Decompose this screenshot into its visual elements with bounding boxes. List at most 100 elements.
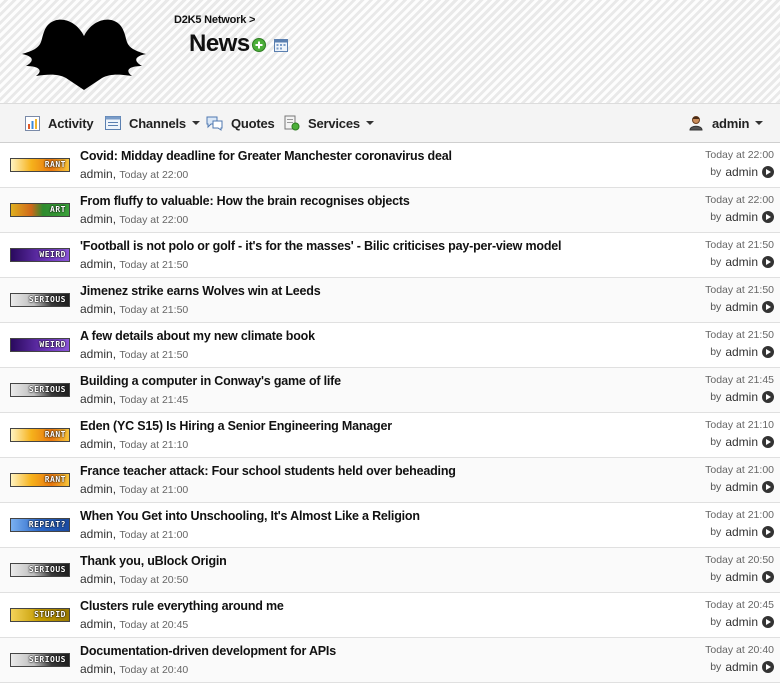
nav-activity[interactable]: Activity <box>25 104 94 142</box>
chevron-down-icon <box>755 121 764 125</box>
list-item[interactable]: RANT France teacher attack: Four school s… <box>0 458 780 503</box>
item-right-by: by admin <box>710 660 774 674</box>
list-item[interactable]: WEIRD A few details about my new climate … <box>0 323 780 368</box>
item-right-author[interactable]: admin <box>725 210 758 224</box>
arrow-right-circle-icon[interactable] <box>762 391 774 403</box>
item-author[interactable]: admin <box>80 257 113 271</box>
nav-channels[interactable]: Channels <box>105 104 200 142</box>
item-right-author[interactable]: admin <box>725 480 758 494</box>
user-menu[interactable]: admin <box>688 104 764 142</box>
by-label: by <box>710 346 722 358</box>
arrow-right-circle-icon[interactable] <box>762 301 774 313</box>
item-right-author[interactable]: admin <box>725 300 758 314</box>
category-badge[interactable]: REPEAT? <box>10 518 70 532</box>
services-icon <box>284 115 300 131</box>
list-item[interactable]: STUPID Clusters rule everything around me… <box>0 593 780 638</box>
item-title-link[interactable]: France teacher attack: Four school stude… <box>80 464 456 478</box>
category-badge-label: ART <box>50 205 66 214</box>
item-right-by: by admin <box>710 165 774 179</box>
item-author[interactable]: admin <box>80 392 113 406</box>
arrow-right-circle-icon[interactable] <box>762 436 774 448</box>
item-meta: admin, Today at 22:00 <box>80 167 189 181</box>
item-title-link[interactable]: Jimenez strike earns Wolves win at Leeds <box>80 284 321 298</box>
item-right-author[interactable]: admin <box>725 525 758 539</box>
category-badge[interactable]: WEIRD <box>10 338 70 352</box>
list-item[interactable]: ART From fluffy to valuable: How the brai… <box>0 188 780 233</box>
list-item[interactable]: RANT Covid: Midday deadline for Greater M… <box>0 143 780 188</box>
add-icon[interactable] <box>252 38 266 52</box>
item-author[interactable]: admin <box>80 662 113 676</box>
list-item[interactable]: RANT Eden (YC S15) Is Hiring a Senior Eng… <box>0 413 780 458</box>
item-meta: admin, Today at 21:00 <box>80 527 189 541</box>
item-right-author[interactable]: admin <box>725 345 758 359</box>
item-right-author[interactable]: admin <box>725 615 758 629</box>
arrow-right-circle-icon[interactable] <box>762 616 774 628</box>
item-author[interactable]: admin <box>80 302 113 316</box>
list-item[interactable]: SERIOUS Building a computer in Conway's g… <box>0 368 780 413</box>
item-title-link[interactable]: Covid: Midday deadline for Greater Manch… <box>80 149 452 163</box>
item-title-link[interactable]: Clusters rule everything around me <box>80 599 284 613</box>
item-author[interactable]: admin <box>80 212 113 226</box>
nav-quotes[interactable]: Quotes <box>206 104 275 142</box>
category-badge[interactable]: ART <box>10 203 70 217</box>
nav-activity-label: Activity <box>48 115 94 131</box>
item-right-author[interactable]: admin <box>725 435 758 449</box>
item-right-author[interactable]: admin <box>725 570 758 584</box>
nav-channels-label: Channels <box>129 115 186 131</box>
arrow-right-circle-icon[interactable] <box>762 481 774 493</box>
item-author[interactable]: admin <box>80 437 113 451</box>
arrow-right-circle-icon[interactable] <box>762 256 774 268</box>
breadcrumb[interactable]: D2K5 Network > <box>174 14 255 26</box>
by-label: by <box>710 436 722 448</box>
item-author[interactable]: admin <box>80 572 113 586</box>
category-badge[interactable]: RANT <box>10 428 70 442</box>
arrow-right-circle-icon[interactable] <box>762 346 774 358</box>
item-right-by: by admin <box>710 435 774 449</box>
item-right-by: by admin <box>710 255 774 269</box>
category-badge[interactable]: SERIOUS <box>10 563 70 577</box>
category-badge-label: RANT <box>44 430 66 439</box>
item-meta: admin, Today at 21:10 <box>80 437 189 451</box>
list-item[interactable]: SERIOUS Thank you, uBlock Origin admin, To… <box>0 548 780 593</box>
category-badge[interactable]: RANT <box>10 158 70 172</box>
item-author[interactable]: admin <box>80 617 113 631</box>
item-author[interactable]: admin <box>80 347 113 361</box>
by-label: by <box>710 571 722 583</box>
arrow-right-circle-icon[interactable] <box>762 526 774 538</box>
item-right-author[interactable]: admin <box>725 255 758 269</box>
item-right-author[interactable]: admin <box>725 165 758 179</box>
category-badge[interactable]: SERIOUS <box>10 383 70 397</box>
winged-heart-logo[interactable] <box>14 14 154 90</box>
arrow-right-circle-icon[interactable] <box>762 211 774 223</box>
item-right-by: by admin <box>710 570 774 584</box>
category-badge[interactable]: RANT <box>10 473 70 487</box>
category-badge[interactable]: WEIRD <box>10 248 70 262</box>
arrow-right-circle-icon[interactable] <box>762 571 774 583</box>
nav-services[interactable]: Services <box>284 104 374 142</box>
category-badge[interactable]: SERIOUS <box>10 293 70 307</box>
item-title-link[interactable]: Building a computer in Conway's game of … <box>80 374 341 388</box>
item-title-link[interactable]: Documentation-driven development for API… <box>80 644 336 658</box>
item-title-link[interactable]: Thank you, uBlock Origin <box>80 554 227 568</box>
category-badge[interactable]: SERIOUS <box>10 653 70 667</box>
list-item[interactable]: WEIRD 'Football is not polo or golf - it'… <box>0 233 780 278</box>
item-title-link[interactable]: A few details about my new climate book <box>80 329 315 343</box>
item-title-link[interactable]: Eden (YC S15) Is Hiring a Senior Enginee… <box>80 419 392 433</box>
list-item[interactable]: SERIOUS Jimenez strike earns Wolves win a… <box>0 278 780 323</box>
nav-services-label: Services <box>308 115 360 131</box>
item-title-link[interactable]: 'Football is not polo or golf - it's for… <box>80 239 561 253</box>
item-author[interactable]: admin <box>80 167 113 181</box>
list-item[interactable]: REPEAT? When You Get into Unschooling, It… <box>0 503 780 548</box>
item-right-author[interactable]: admin <box>725 390 758 404</box>
calendar-icon[interactable] <box>274 38 288 52</box>
category-badge[interactable]: STUPID <box>10 608 70 622</box>
arrow-right-circle-icon[interactable] <box>762 166 774 178</box>
item-title-link[interactable]: From fluffy to valuable: How the brain r… <box>80 194 410 208</box>
list-item[interactable]: SERIOUS Documentation-driven development … <box>0 638 780 683</box>
item-right-author[interactable]: admin <box>725 660 758 674</box>
item-author[interactable]: admin <box>80 482 113 496</box>
arrow-right-circle-icon[interactable] <box>762 661 774 673</box>
item-author[interactable]: admin <box>80 527 113 541</box>
by-label: by <box>710 481 722 493</box>
item-title-link[interactable]: When You Get into Unschooling, It's Almo… <box>80 509 420 523</box>
